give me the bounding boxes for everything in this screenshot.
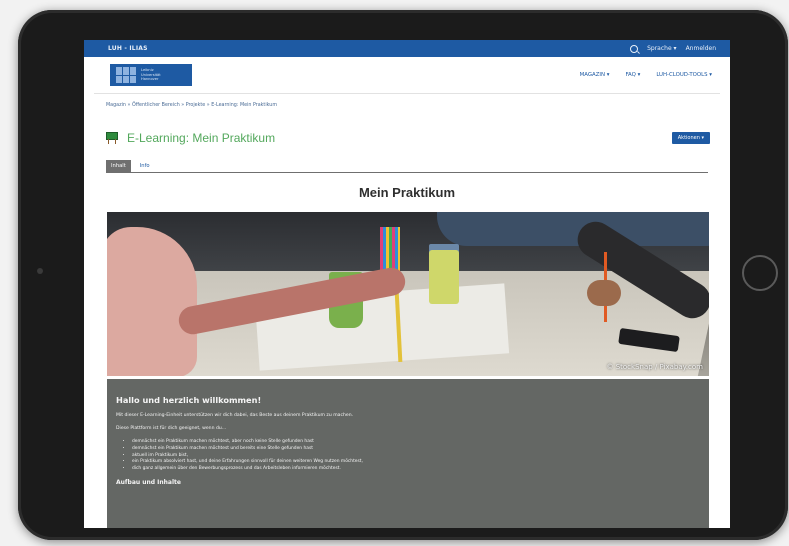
list-item: demnächst ein Praktikum machen möchtest,…	[132, 439, 701, 446]
nav-faq[interactable]: FAQ ▾	[625, 72, 640, 78]
front-camera	[37, 268, 43, 274]
actions-button[interactable]: Aktionen ▾	[671, 132, 710, 144]
search-icon[interactable]	[630, 44, 639, 53]
image-credit: © StockSnap / Pixabay.com	[606, 363, 703, 371]
welcome-list: demnächst ein Praktikum machen möchtest,…	[116, 439, 701, 473]
tab-bar: Inhalt Info	[84, 148, 730, 172]
page-title: E-Learning: Mein Praktikum	[127, 131, 276, 145]
welcome-intro: Mit dieser E-Learning-Einheit unterstütz…	[116, 413, 354, 418]
logo-emblem-icon	[116, 67, 136, 83]
title-row: E-Learning: Mein Praktikum Aktionen ▾	[84, 115, 730, 148]
main-navigation: MAGAZIN ▾ FAQ ▾ LUH-CLOUD-TOOLS ▾	[580, 72, 712, 78]
welcome-heading: Hallo und herzlich willkommen!	[116, 395, 262, 405]
logo-text: Leibniz Universität Hannover	[141, 68, 161, 82]
hero-left-person	[107, 227, 197, 376]
hero-jar	[429, 250, 459, 304]
top-bar: LUH - ILIAS Sprache ▾ Anmelden	[84, 40, 730, 57]
home-button[interactable]	[742, 255, 778, 291]
university-logo[interactable]: Leibniz Universität Hannover	[110, 64, 192, 86]
list-item: demnächst ein Praktikum machen möchtest …	[132, 446, 701, 453]
hero-jeans	[437, 212, 709, 246]
learning-module-icon	[106, 132, 118, 144]
tab-inhalt[interactable]: Inhalt	[106, 160, 131, 172]
site-header: Leibniz Universität Hannover MAGAZIN ▾ F…	[84, 57, 730, 93]
nav-cloud-tools[interactable]: LUH-CLOUD-TOOLS ▾	[656, 72, 712, 78]
content-heading: Mein Praktikum	[358, 185, 456, 200]
welcome-section: Hallo und herzlich willkommen! Mit diese…	[107, 379, 709, 528]
hero-right-hand	[587, 280, 621, 306]
welcome-lead: Diese Plattform ist für dich geeignet, w…	[116, 426, 227, 431]
site-brand[interactable]: LUH - ILIAS	[108, 45, 148, 52]
tab-info[interactable]: Info	[135, 160, 155, 172]
nav-magazin[interactable]: MAGAZIN ▾	[580, 72, 610, 78]
hero-image: © StockSnap / Pixabay.com	[107, 212, 709, 376]
top-bar-actions: Sprache ▾ Anmelden	[630, 44, 716, 53]
language-menu[interactable]: Sprache ▾	[647, 45, 676, 52]
browser-screen: LUH - ILIAS Sprache ▾ Anmelden Leibniz U…	[84, 40, 730, 528]
list-item: dich ganz allgemein über den Bewerbungsp…	[132, 466, 701, 473]
login-link[interactable]: Anmelden	[686, 45, 716, 52]
breadcrumb[interactable]: Magazin » Öffentlicher Bereich » Projekt…	[84, 94, 730, 115]
section-heading: Aufbau und Inhalte	[116, 478, 181, 486]
